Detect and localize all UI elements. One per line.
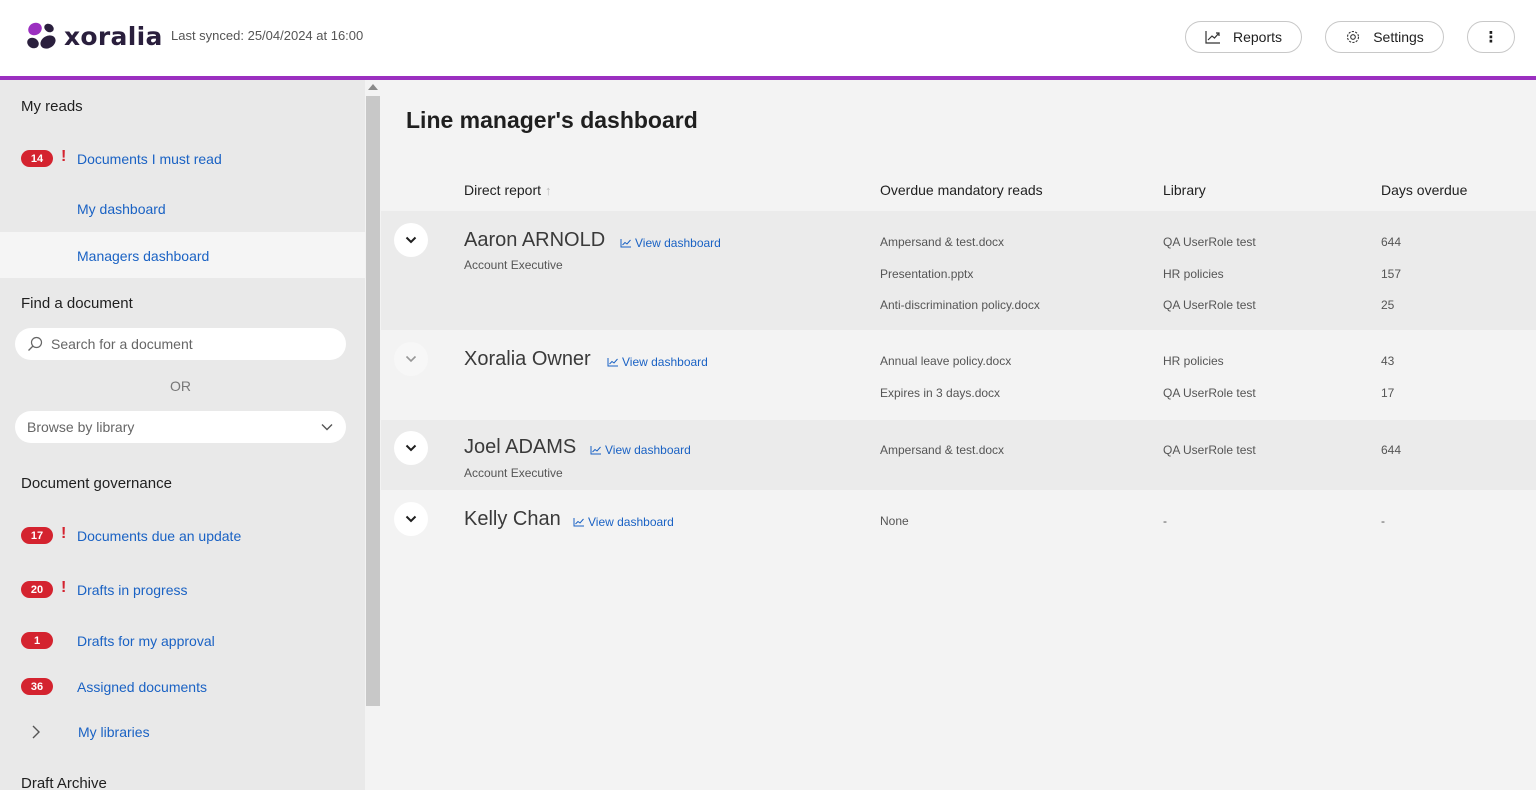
sidebar-item-my-libraries[interactable]: My libraries [78, 724, 150, 740]
gear-icon [1345, 29, 1361, 45]
sidebar-item-my-dashboard[interactable]: My dashboard [77, 201, 166, 217]
reports-button[interactable]: Reports [1185, 21, 1302, 53]
days-overdue: 157 [1381, 267, 1402, 281]
alert-icon: ! [61, 525, 67, 542]
library-name: QA UserRole test [1163, 386, 1256, 400]
xoralia-logo[interactable]: xoralia [24, 20, 163, 52]
reports-label: Reports [1232, 29, 1283, 45]
search-placeholder: Search for a document [51, 336, 193, 352]
alert-icon: ! [61, 148, 67, 165]
chevron-down-icon [405, 444, 417, 452]
view-dashboard-label: View dashboard [622, 355, 708, 369]
direct-report-name: Aaron ARNOLD [464, 229, 606, 251]
chevron-down-icon [405, 236, 417, 244]
logo-text: xoralia [64, 21, 163, 51]
overdue-document: Presentation.pptx [880, 267, 974, 281]
overdue-document: Ampersand & test.docx [880, 443, 1005, 457]
scroll-up-arrow-icon[interactable] [368, 84, 378, 90]
overdue-document: None [880, 514, 909, 528]
top-bar: xoralia Last synced: 25/04/2024 at 16:00… [0, 0, 1536, 76]
logo-mark-icon [27, 22, 56, 49]
direct-report-role: Account Executive [464, 258, 563, 272]
sidebar-item-drafts-for-approval[interactable]: Drafts for my approval [77, 633, 215, 649]
view-dashboard-label: View dashboard [635, 236, 721, 250]
draft-archive-heading: Draft Archive [21, 775, 107, 790]
drafts-progress-count-badge: 20 [21, 581, 53, 598]
chart-line-icon [607, 358, 618, 367]
chevron-down-icon [405, 515, 417, 523]
browse-label: Browse by library [27, 419, 135, 435]
days-overdue: 17 [1381, 386, 1395, 400]
my-reads-heading: My reads [21, 98, 83, 115]
search-icon [27, 336, 43, 352]
sort-up-icon: ↑ [545, 183, 552, 198]
days-overdue: 43 [1381, 354, 1395, 368]
days-overdue: 644 [1381, 235, 1402, 249]
overdue-document: Annual leave policy.docx [880, 354, 1012, 368]
column-header-overdue: Overdue mandatory reads [880, 182, 1043, 198]
settings-button[interactable]: Settings [1325, 21, 1444, 53]
library-name: HR policies [1163, 354, 1224, 368]
page-title: Line manager's dashboard [406, 107, 698, 133]
sidebar-item-managers-dashboard[interactable]: Managers dashboard [77, 248, 209, 264]
direct-report-name: Joel ADAMS [464, 436, 577, 458]
alert-icon: ! [61, 579, 67, 596]
view-dashboard-label: View dashboard [588, 515, 674, 529]
sidebar-item-assigned-documents[interactable]: Assigned documents [77, 679, 207, 695]
expand-row-button[interactable] [394, 223, 428, 257]
column-header-library: Library [1163, 182, 1206, 198]
expand-row-button[interactable] [394, 431, 428, 465]
last-synced-text: Last synced: 25/04/2024 at 16:00 [171, 28, 364, 43]
chart-line-icon [590, 446, 601, 455]
column-header-days-overdue: Days overdue [1381, 182, 1468, 198]
more-options-button[interactable]: ⋮ [1467, 21, 1515, 53]
chart-line-icon [1205, 30, 1221, 44]
view-dashboard-link[interactable]: View dashboard [620, 236, 721, 250]
must-read-count-badge: 14 [21, 150, 53, 167]
chevron-right-icon[interactable] [30, 724, 42, 745]
column-header-direct-report[interactable]: Direct report ↑ [464, 182, 552, 198]
library-name: QA UserRole test [1163, 235, 1256, 249]
expand-row-button[interactable] [394, 502, 428, 536]
direct-report-name: Kelly Chan [464, 508, 561, 530]
view-dashboard-link[interactable]: View dashboard [573, 515, 674, 529]
sidebar-item-documents-due-update[interactable]: Documents due an update [77, 528, 241, 544]
days-overdue: 644 [1381, 443, 1402, 457]
document-governance-heading: Document governance [21, 475, 172, 492]
chevron-down-icon [405, 355, 417, 363]
drafts-approval-count-badge: 1 [21, 632, 53, 649]
chart-line-icon [573, 518, 584, 527]
view-dashboard-link[interactable]: View dashboard [607, 355, 708, 369]
assigned-count-badge: 36 [21, 678, 53, 695]
direct-report-name: Xoralia Owner [464, 348, 591, 370]
view-dashboard-link[interactable]: View dashboard [590, 443, 691, 457]
chevron-down-icon [320, 419, 334, 435]
browse-by-library-select[interactable]: Browse by library [15, 411, 346, 443]
more-icon: ⋮ [1483, 29, 1499, 46]
or-separator: OR [170, 378, 191, 394]
sidebar-item-drafts-in-progress[interactable]: Drafts in progress [77, 582, 187, 598]
direct-report-label: Direct report [464, 182, 542, 198]
sidebar-item-documents-must-read[interactable]: Documents I must read [77, 151, 222, 167]
direct-report-role: Account Executive [464, 466, 563, 480]
find-document-heading: Find a document [21, 295, 133, 312]
view-dashboard-label: View dashboard [605, 443, 691, 457]
overdue-document: Ampersand & test.docx [880, 235, 1005, 249]
library-name: QA UserRole test [1163, 443, 1256, 457]
library-name: HR policies [1163, 267, 1224, 281]
search-input[interactable]: Search for a document [15, 328, 346, 360]
library-name: QA UserRole test [1163, 298, 1256, 312]
days-overdue: 25 [1381, 298, 1395, 312]
chart-line-icon [620, 239, 631, 248]
scrollbar-thumb[interactable] [366, 96, 380, 706]
expand-row-button[interactable] [394, 342, 428, 376]
overdue-document: Expires in 3 days.docx [880, 386, 1001, 400]
overdue-document: Anti-discrimination policy.docx [880, 298, 1040, 312]
library-name: - [1163, 514, 1167, 528]
due-update-count-badge: 17 [21, 527, 53, 544]
settings-label: Settings [1373, 29, 1424, 45]
days-overdue: - [1381, 514, 1385, 528]
